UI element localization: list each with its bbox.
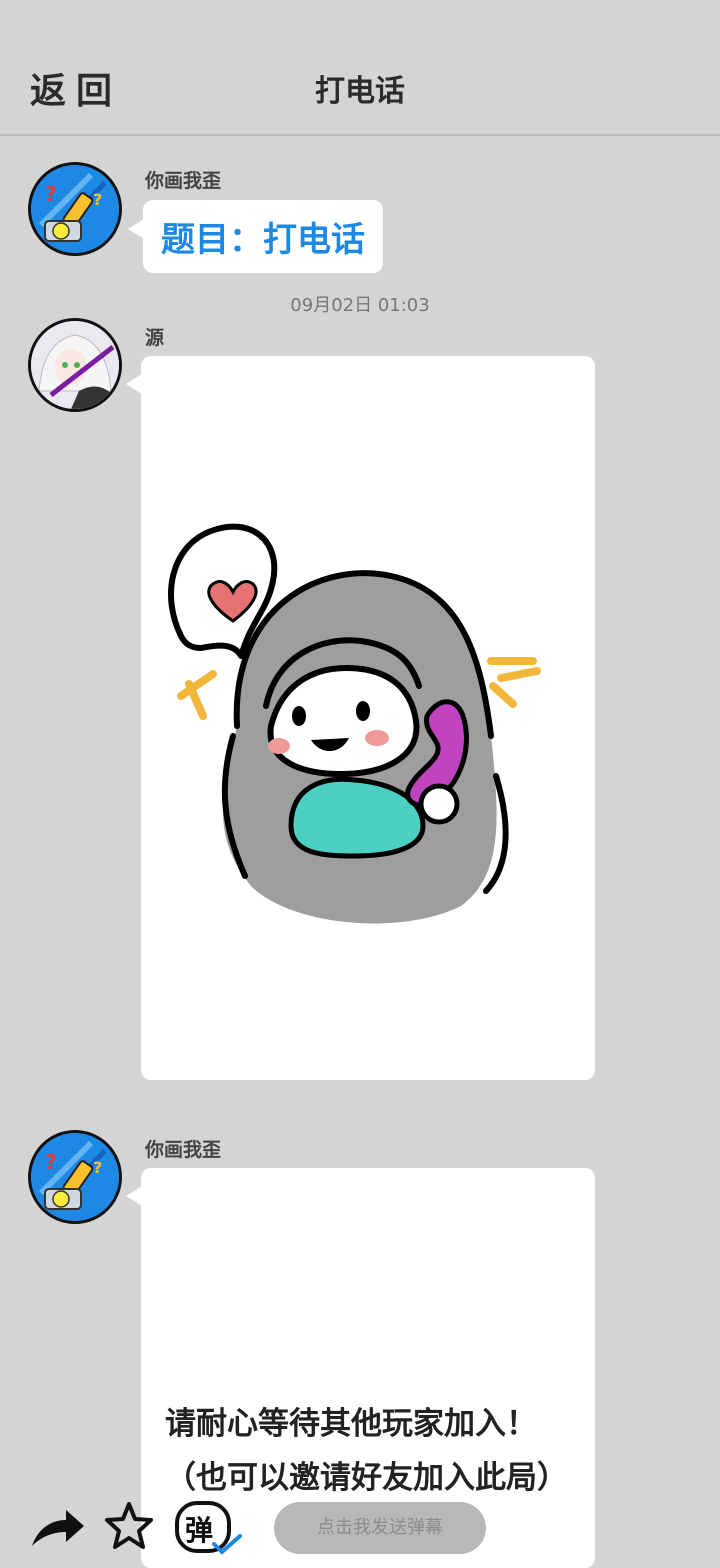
drawing-bubble[interactable] xyxy=(141,356,595,1080)
wait-notice-line2: （也可以邀请好友加入此局） xyxy=(165,1460,568,1496)
header-bar: 返回 打电话 xyxy=(0,0,720,136)
page-title: 打电话 xyxy=(315,74,405,109)
bubble-tail xyxy=(126,374,142,394)
topic-bubble: 题目：打电话 xyxy=(143,200,383,273)
danmu-toggle-icon[interactable]: 弹 xyxy=(174,1500,244,1560)
danmu-icon-char: 弹 xyxy=(185,1514,213,1547)
bubble-tail xyxy=(128,219,144,239)
svg-text:?: ? xyxy=(93,190,102,209)
sender-name: 你画我歪 xyxy=(145,1139,222,1161)
sender-name: 你画我歪 xyxy=(145,170,222,192)
wait-notice-line1: 请耐心等待其他玩家加入！ xyxy=(165,1406,537,1442)
bot-avatar[interactable]: ? ? xyxy=(28,1130,122,1224)
star-icon[interactable] xyxy=(103,1500,155,1556)
phone-call-drawing xyxy=(168,523,541,924)
topic-text: 题目：打电话 xyxy=(161,220,365,260)
share-arrow-icon[interactable] xyxy=(28,1506,86,1554)
message-timestamp: 09月02日 01:03 xyxy=(290,295,430,316)
anime-avatar-icon xyxy=(31,321,119,409)
pencil-logo-icon: ? ? xyxy=(31,165,119,253)
danmu-input[interactable]: 点击我发送弹幕 xyxy=(274,1502,486,1554)
svg-text:?: ? xyxy=(45,182,57,206)
svg-text:?: ? xyxy=(45,1150,57,1174)
svg-text:?: ? xyxy=(93,1158,102,1177)
pencil-logo-icon: ? ? xyxy=(31,1133,119,1221)
user-avatar[interactable] xyxy=(28,318,122,412)
sender-name: 源 xyxy=(145,327,165,349)
bot-avatar[interactable]: ? ? xyxy=(28,162,122,256)
bubble-tail xyxy=(126,1186,142,1206)
